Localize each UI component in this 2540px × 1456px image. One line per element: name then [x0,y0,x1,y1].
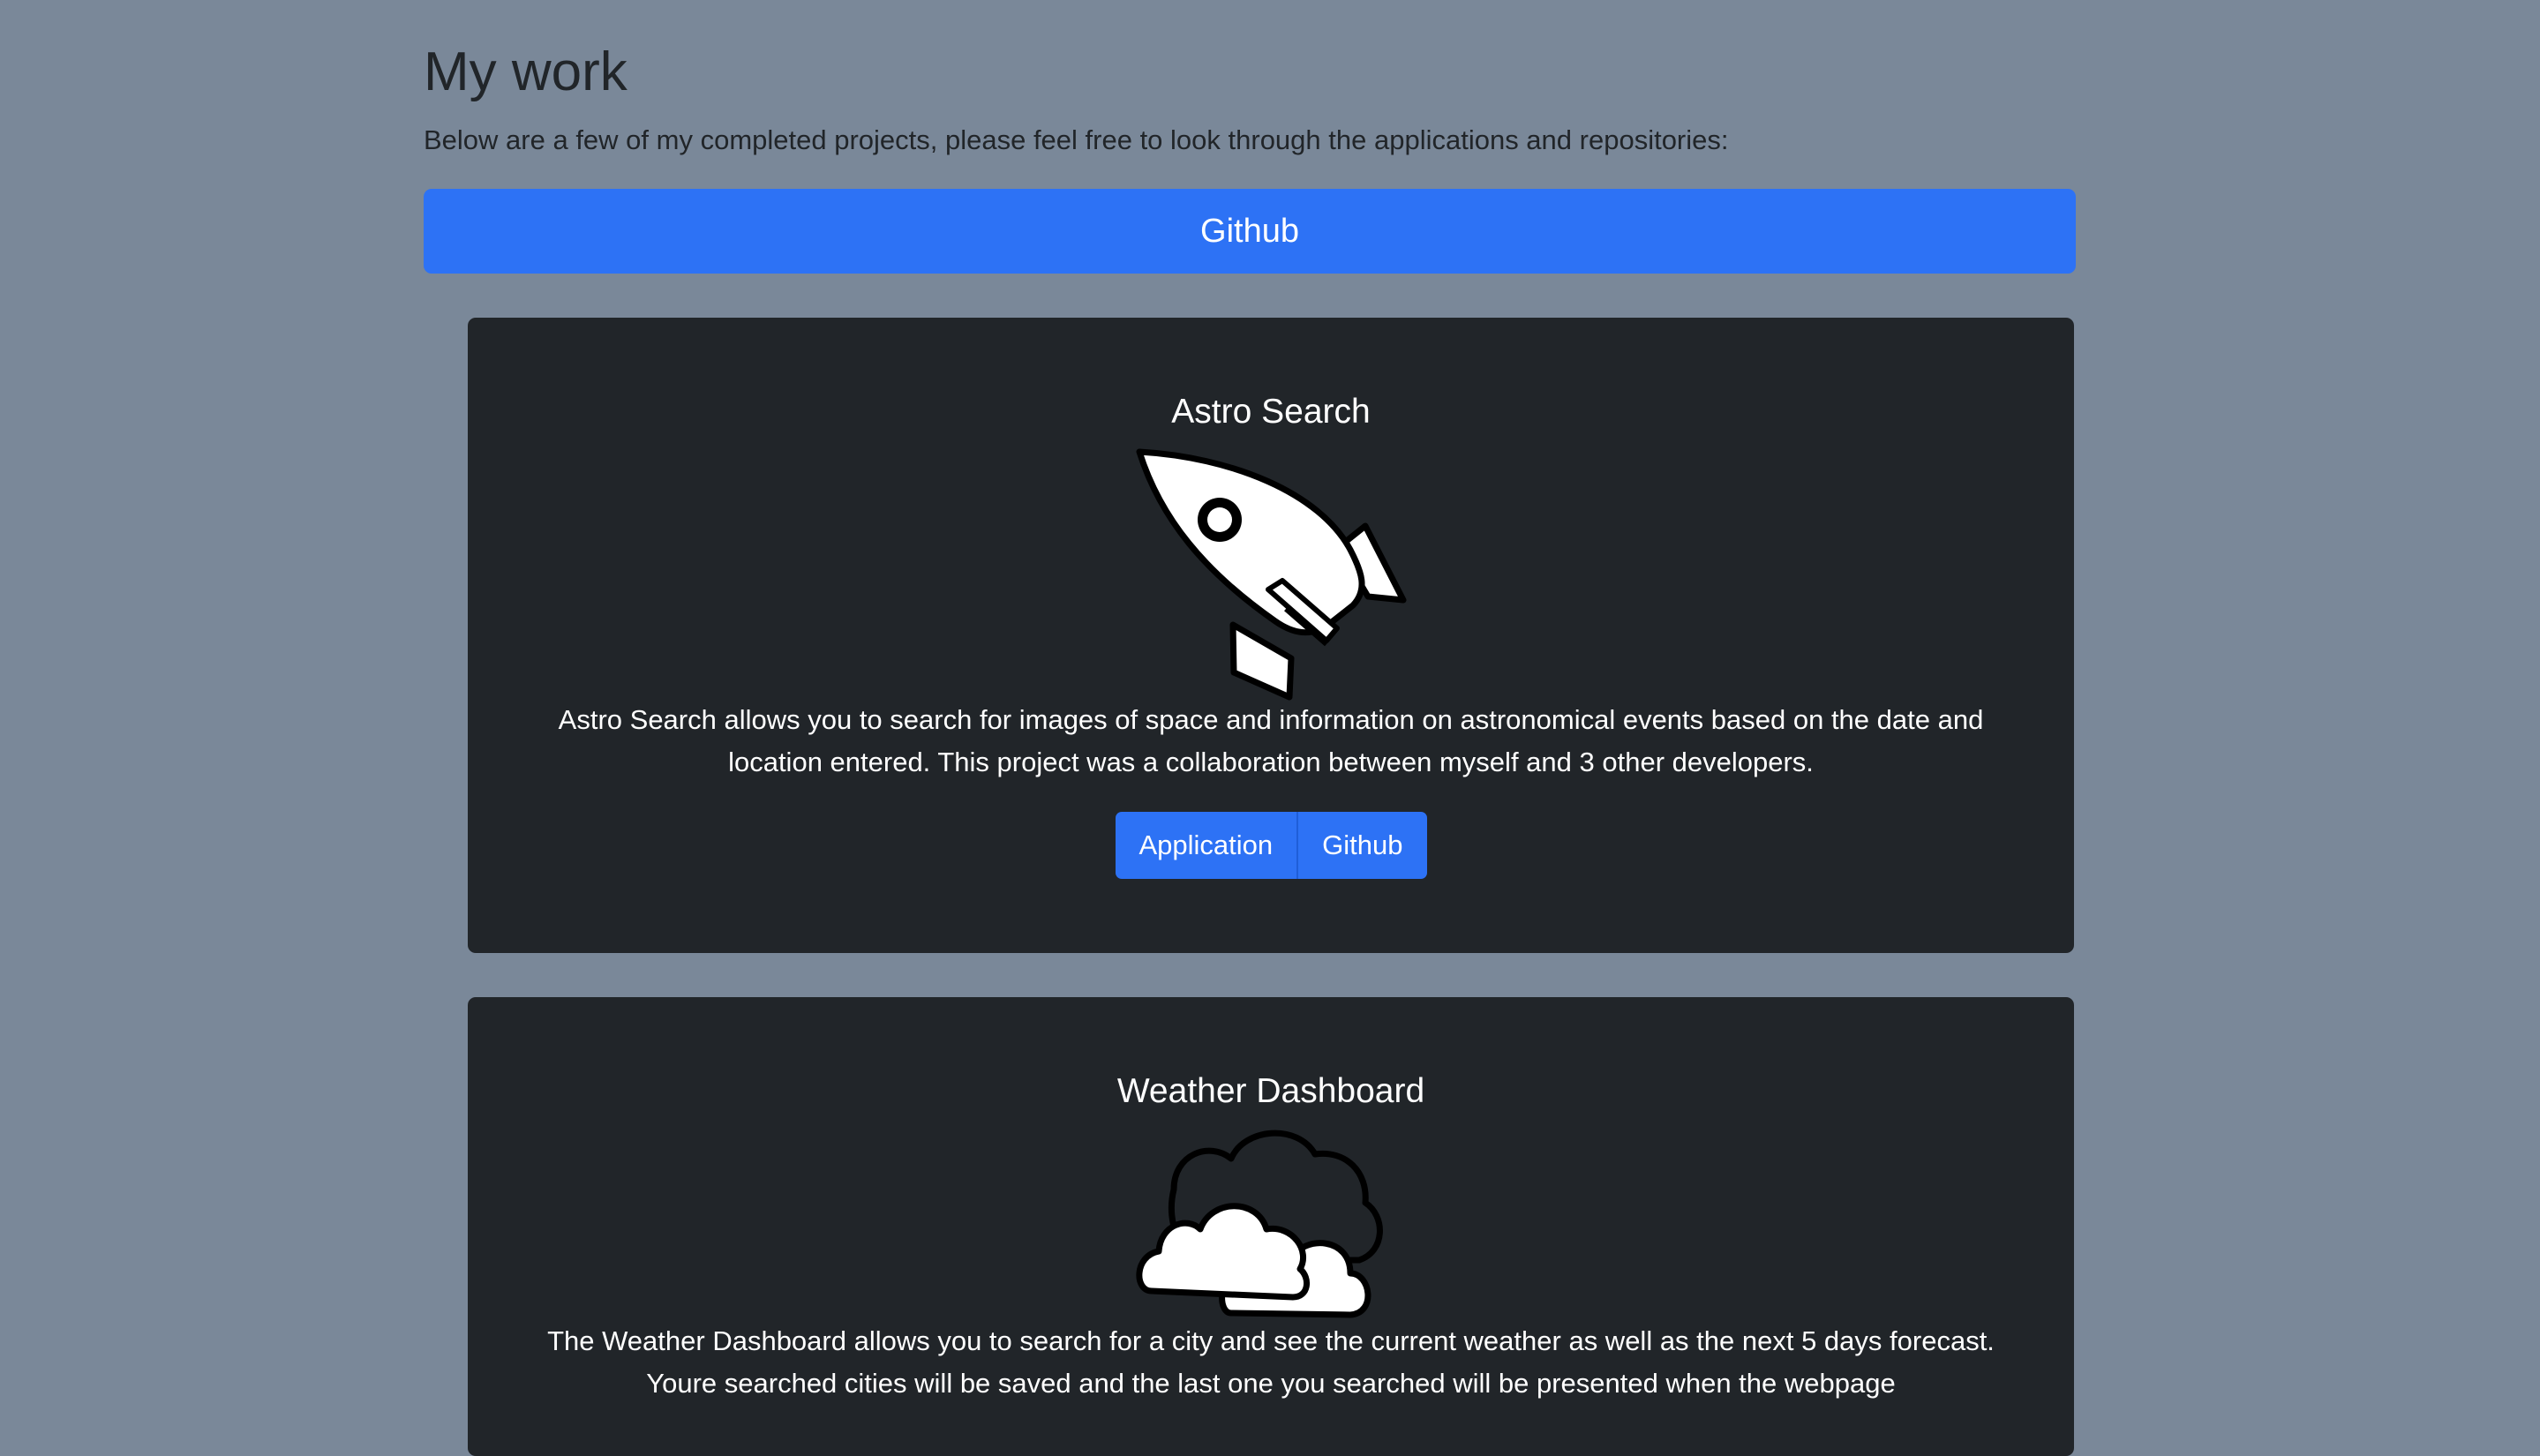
project-description: The Weather Dashboard allows you to sear… [547,1325,1995,1399]
project-card-weather-dashboard: Weather Dashboard The Weather Dashboard … [468,997,2074,1456]
project-title: Astro Search [1171,393,1371,431]
project-links: Application Github [468,812,2074,879]
project-github-button[interactable]: Github [1298,812,1427,879]
application-button[interactable]: Application [1115,812,1299,879]
intro-text: Below are a few of my completed projects… [424,124,1729,155]
project-description: Astro Search allows you to search for im… [558,704,1984,777]
project-title: Weather Dashboard [1116,1072,1425,1110]
project-card-astro-search: Astro Search Astro Search allows you to … [468,318,2074,953]
github-button[interactable]: Github [424,189,2076,274]
rocket-icon [1136,448,1407,701]
cloud-icon [1136,1130,1383,1318]
page-title: My work [424,41,627,102]
